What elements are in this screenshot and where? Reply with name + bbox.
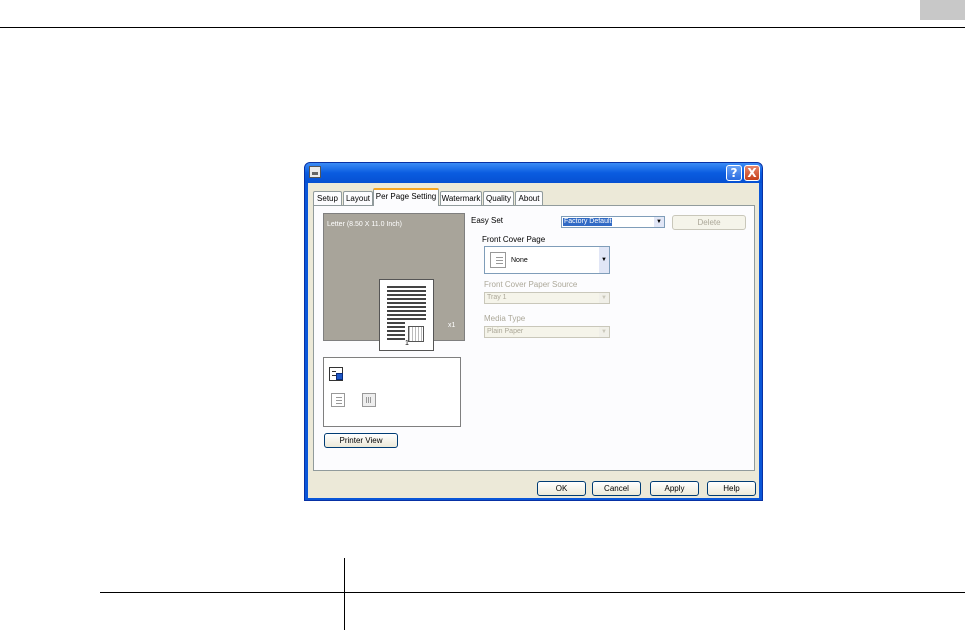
help-button[interactable]: Help: [707, 481, 756, 496]
media-type-value: Plain Paper: [487, 328, 524, 335]
delete-button[interactable]: Delete: [672, 215, 746, 230]
duplex-pages-icon: [329, 367, 343, 381]
cover-sheet-icon: [490, 252, 506, 268]
tab-setup[interactable]: Setup: [313, 191, 342, 205]
chevron-down-icon: ▼: [599, 293, 609, 303]
easy-set-label: Easy Set: [471, 216, 504, 225]
front-cover-page-value: None: [511, 257, 528, 264]
tab-layout[interactable]: Layout: [343, 191, 373, 205]
ok-button[interactable]: OK: [537, 481, 586, 496]
cover-overlay-icon: [408, 326, 424, 342]
stapled-page-icon: [362, 393, 376, 407]
dialog-client-area: Setup Layout Per Page Setting Watermark …: [308, 183, 759, 498]
front-cover-paper-source-value: Tray 1: [487, 294, 507, 301]
table-row-divider: [100, 592, 965, 593]
easy-set-select[interactable]: Factory Default ▼: [561, 216, 665, 228]
chevron-down-icon: ▼: [599, 327, 609, 337]
printer-icon: [309, 166, 321, 178]
chevron-down-icon: ▼: [599, 247, 609, 273]
front-cover-paper-source-label: Front Cover Paper Source: [484, 280, 578, 289]
close-icon[interactable]: X: [744, 165, 760, 181]
front-cover-paper-source-select[interactable]: Tray 1 ▼: [484, 292, 610, 304]
tab-watermark[interactable]: Watermark: [440, 191, 482, 205]
easy-set-value: Factory Default: [563, 218, 613, 226]
settings-summary-box: [323, 357, 461, 427]
front-cover-page-select[interactable]: None ▼: [484, 246, 610, 274]
page-preview-icon: 1: [379, 279, 434, 351]
cancel-button[interactable]: Cancel: [592, 481, 641, 496]
tab-per-page-setting[interactable]: Per Page Setting: [373, 188, 439, 206]
media-type-label: Media Type: [484, 314, 526, 323]
printer-view-button[interactable]: Printer View: [324, 433, 398, 448]
apply-button[interactable]: Apply: [650, 481, 699, 496]
tab-quality[interactable]: Quality: [483, 191, 514, 205]
page-top-rule: [0, 27, 965, 28]
front-cover-page-label: Front Cover Page: [482, 235, 546, 244]
page-number: 1: [405, 340, 409, 347]
media-type-select[interactable]: Plain Paper ▼: [484, 326, 610, 338]
printer-properties-dialog: ? X Setup Layout Per Page Setting Waterm…: [304, 162, 763, 501]
page-preview: Letter (8.50 X 11.0 Inch) 1 x1: [323, 213, 465, 351]
help-icon[interactable]: ?: [726, 165, 742, 181]
copies-label: x1: [448, 322, 456, 329]
cover-sheet-icon: [331, 393, 345, 407]
table-column-divider: [344, 558, 345, 630]
page-corner-box: [920, 0, 965, 20]
tab-about[interactable]: About: [515, 191, 543, 205]
paper-size-label: Letter (8.50 X 11.0 Inch): [327, 221, 402, 228]
dialog-titlebar[interactable]: ? X: [305, 163, 762, 183]
chevron-down-icon: ▼: [654, 217, 664, 227]
